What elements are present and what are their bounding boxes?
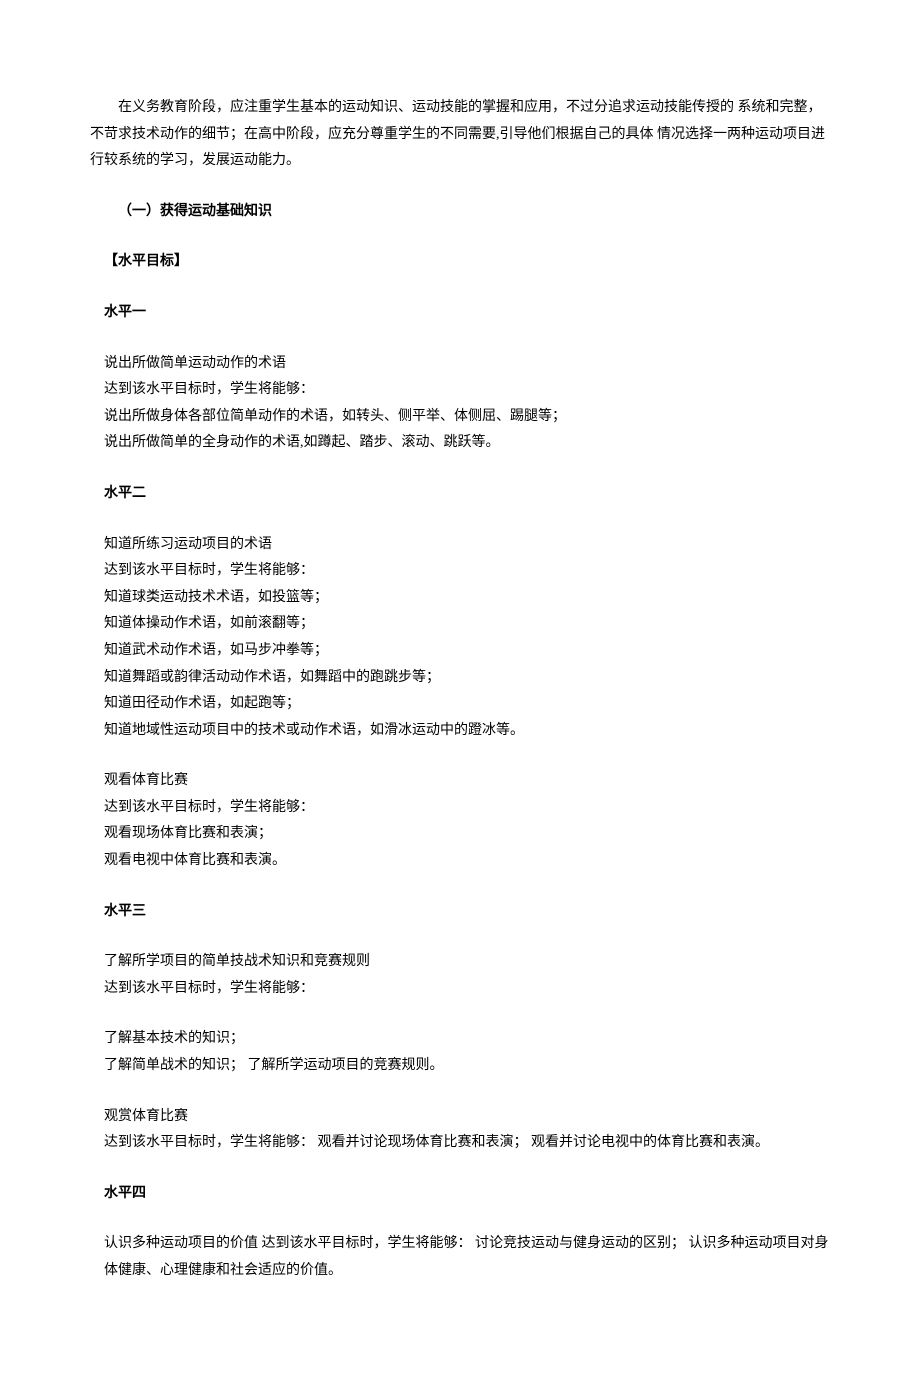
text-line: 知道体操动作术语，如前滚翻等； xyxy=(104,611,830,638)
text-line: 说出所做简单运动动作的术语 xyxy=(104,351,830,378)
text-line: 达到该水平目标时，学生将能够： xyxy=(104,558,830,585)
text-line: 说出所做身体各部位简单动作的术语，如转头、侧平举、体侧屈、踢腿等； xyxy=(104,404,830,431)
level-3-title: 水平三 xyxy=(90,899,830,926)
level-2-block-1: 知道所练习运动项目的术语 达到该水平目标时，学生将能够： 知道球类运动技术术语，… xyxy=(90,532,830,745)
text-line: 观赏体育比赛 xyxy=(104,1104,830,1131)
level-2-block-2: 观看体育比赛 达到该水平目标时，学生将能够： 观看现场体育比赛和表演； 观看电视… xyxy=(90,768,830,874)
text-line: 观看电视中体育比赛和表演。 xyxy=(104,848,830,875)
level-4-title: 水平四 xyxy=(90,1181,830,1208)
text-line: 知道田径动作术语，如起跑等； xyxy=(104,691,830,718)
text-line: 达到该水平目标时，学生将能够： xyxy=(104,976,830,1003)
text-line: 说出所做简单的全身动作的术语,如蹲起、踏步、滚动、跳跃等。 xyxy=(104,430,830,457)
text-line: 了解简单战术的知识； 了解所学运动项目的竞赛规则。 xyxy=(104,1053,830,1080)
section-title: （一）获得运动基础知识 xyxy=(90,199,830,226)
text-line: 知道舞蹈或韵律活动动作术语，如舞蹈中的跑跳步等； xyxy=(104,665,830,692)
text-line: 达到该水平目标时，学生将能够： 观看并讨论现场体育比赛和表演； 观看并讨论电视中… xyxy=(104,1130,830,1157)
intro-paragraph: 在义务教育阶段，应注重学生基本的运动知识、运动技能的掌握和应用，不过分追求运动技… xyxy=(90,95,830,175)
text-line: 达到该水平目标时，学生将能够： xyxy=(104,795,830,822)
text-line: 知道所练习运动项目的术语 xyxy=(104,532,830,559)
level-3-block-3: 观赏体育比赛 达到该水平目标时，学生将能够： 观看并讨论现场体育比赛和表演； 观… xyxy=(90,1104,830,1157)
text-line: 知道球类运动技术术语，如投篮等； xyxy=(104,585,830,612)
text-line: 认识多种运动项目的价值 达到该水平目标时，学生将能够： 讨论竞技运动与健身运动的… xyxy=(104,1231,830,1284)
level-3-block-1: 了解所学项目的简单技战术知识和竞赛规则 达到该水平目标时，学生将能够： xyxy=(90,949,830,1002)
text-line: 观看现场体育比赛和表演； xyxy=(104,821,830,848)
text-line: 知道地域性运动项目中的技术或动作术语，如滑冰运动中的蹬冰等。 xyxy=(104,718,830,745)
level-1-title: 水平一 xyxy=(90,300,830,327)
level-4-block-1: 认识多种运动项目的价值 达到该水平目标时，学生将能够： 讨论竞技运动与健身运动的… xyxy=(90,1231,830,1284)
text-line: 知道武术动作术语，如马步冲拳等； xyxy=(104,638,830,665)
text-line: 了解基本技术的知识； xyxy=(104,1026,830,1053)
text-line: 了解所学项目的简单技战术知识和竞赛规则 xyxy=(104,949,830,976)
level-3-block-2: 了解基本技术的知识； 了解简单战术的知识； 了解所学运动项目的竞赛规则。 xyxy=(90,1026,830,1079)
text-line: 达到该水平目标时，学生将能够： xyxy=(104,377,830,404)
sub-header-level-goals: 【水平目标】 xyxy=(90,249,830,276)
level-2-title: 水平二 xyxy=(90,481,830,508)
text-line: 观看体育比赛 xyxy=(104,768,830,795)
level-1-block: 说出所做简单运动动作的术语 达到该水平目标时，学生将能够： 说出所做身体各部位简… xyxy=(90,351,830,457)
